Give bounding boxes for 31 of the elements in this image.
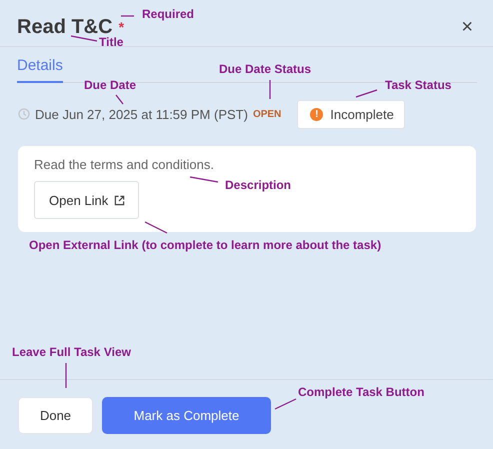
open-link-button[interactable]: Open Link bbox=[34, 181, 140, 219]
annotation-label: Required bbox=[142, 7, 194, 21]
annotation-label: Title bbox=[99, 35, 124, 49]
leader-line bbox=[269, 80, 271, 99]
external-link-icon bbox=[114, 194, 126, 206]
close-button[interactable]: × bbox=[457, 16, 477, 38]
leader-line bbox=[190, 176, 218, 183]
leader-line bbox=[65, 363, 67, 388]
title: Read T&C bbox=[17, 16, 113, 38]
due-date: Due Jun 27, 2025 at 11:59 PM (PST) bbox=[35, 106, 248, 122]
done-button[interactable]: Done bbox=[18, 397, 93, 434]
clock-icon bbox=[18, 108, 30, 120]
leader-line bbox=[274, 398, 296, 410]
mark-complete-button[interactable]: Mark as Complete bbox=[102, 397, 271, 434]
annotation-label: Due Date Status bbox=[219, 62, 312, 76]
leader-line bbox=[356, 89, 378, 98]
annotation-label: Task Status bbox=[385, 78, 452, 92]
task-status-button[interactable]: ! Incomplete bbox=[297, 100, 405, 128]
leader-line bbox=[116, 94, 124, 104]
leader-line bbox=[121, 15, 134, 17]
required-mark: * bbox=[118, 19, 124, 35]
annotation-label: Due Date bbox=[84, 78, 136, 92]
leader-line bbox=[70, 35, 98, 42]
annotation-label: Open External Link (to complete to learn more about the task) bbox=[29, 238, 382, 252]
annotation-label: Complete Task Button bbox=[298, 385, 424, 399]
annotation-label: Leave Full Task View bbox=[12, 345, 131, 359]
due-status: OPEN bbox=[252, 108, 282, 120]
warning-icon: ! bbox=[310, 108, 324, 120]
annotation-label: Description bbox=[225, 178, 292, 192]
description: Read the terms and conditions. bbox=[34, 157, 215, 172]
leader-line bbox=[144, 221, 168, 234]
